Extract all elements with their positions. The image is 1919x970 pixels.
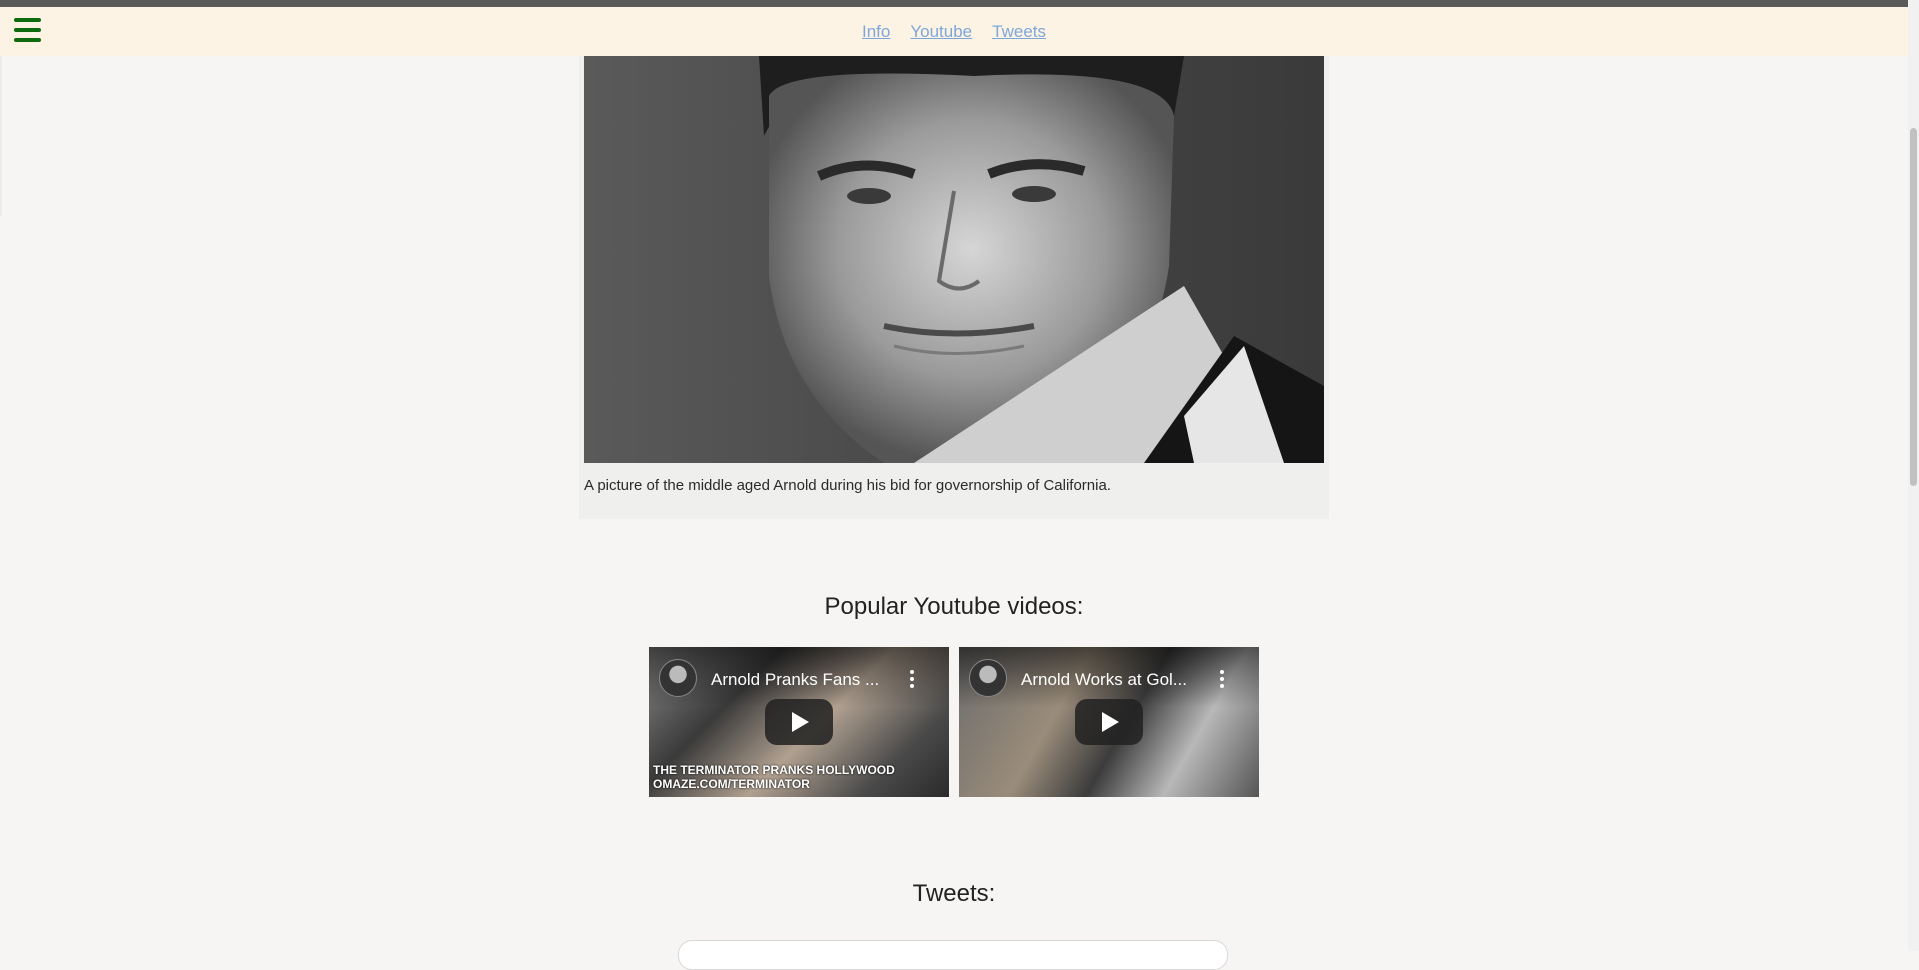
tweet-card[interactable] [678, 940, 1228, 970]
video-list: Arnold Pranks Fans ... THE TERMINATOR PR… [649, 647, 1259, 797]
browser-top-edge [0, 0, 1919, 7]
video-embed[interactable]: Arnold Pranks Fans ... THE TERMINATOR PR… [649, 647, 949, 797]
video-embed[interactable]: Arnold Works at Gol... [959, 647, 1259, 797]
video-thumbnail-banner: THE TERMINATOR PRANKS HOLLYWOOD OMAZE.CO… [653, 763, 895, 791]
youtube-section-heading: Popular Youtube videos: [824, 593, 1084, 620]
portrait-caption: A picture of the middle aged Arnold duri… [584, 477, 1111, 494]
tweets-section-heading: Tweets: [912, 880, 996, 907]
channel-avatar[interactable] [969, 659, 1007, 697]
play-button-icon[interactable] [765, 699, 833, 745]
nav-links: Info Youtube Tweets [862, 22, 1046, 42]
nav-link-info[interactable]: Info [862, 22, 890, 42]
left-edge-divider [0, 56, 2, 216]
video-title[interactable]: Arnold Pranks Fans ... [711, 670, 896, 690]
hamburger-menu-icon[interactable] [14, 18, 41, 42]
channel-avatar[interactable] [659, 659, 697, 697]
scrollbar-track[interactable] [1908, 0, 1919, 951]
scrollbar-thumb[interactable] [1910, 128, 1917, 486]
portrait-figure: A picture of the middle aged Arnold duri… [579, 56, 1329, 519]
nav-link-tweets[interactable]: Tweets [992, 22, 1046, 42]
nav-link-youtube[interactable]: Youtube [910, 22, 972, 42]
play-button-icon[interactable] [1075, 699, 1143, 745]
more-options-icon[interactable] [1219, 670, 1225, 688]
more-options-icon[interactable] [909, 670, 915, 688]
portrait-image [584, 56, 1324, 463]
top-navbar: Info Youtube Tweets [0, 7, 1908, 56]
video-title[interactable]: Arnold Works at Gol... [1021, 670, 1206, 690]
